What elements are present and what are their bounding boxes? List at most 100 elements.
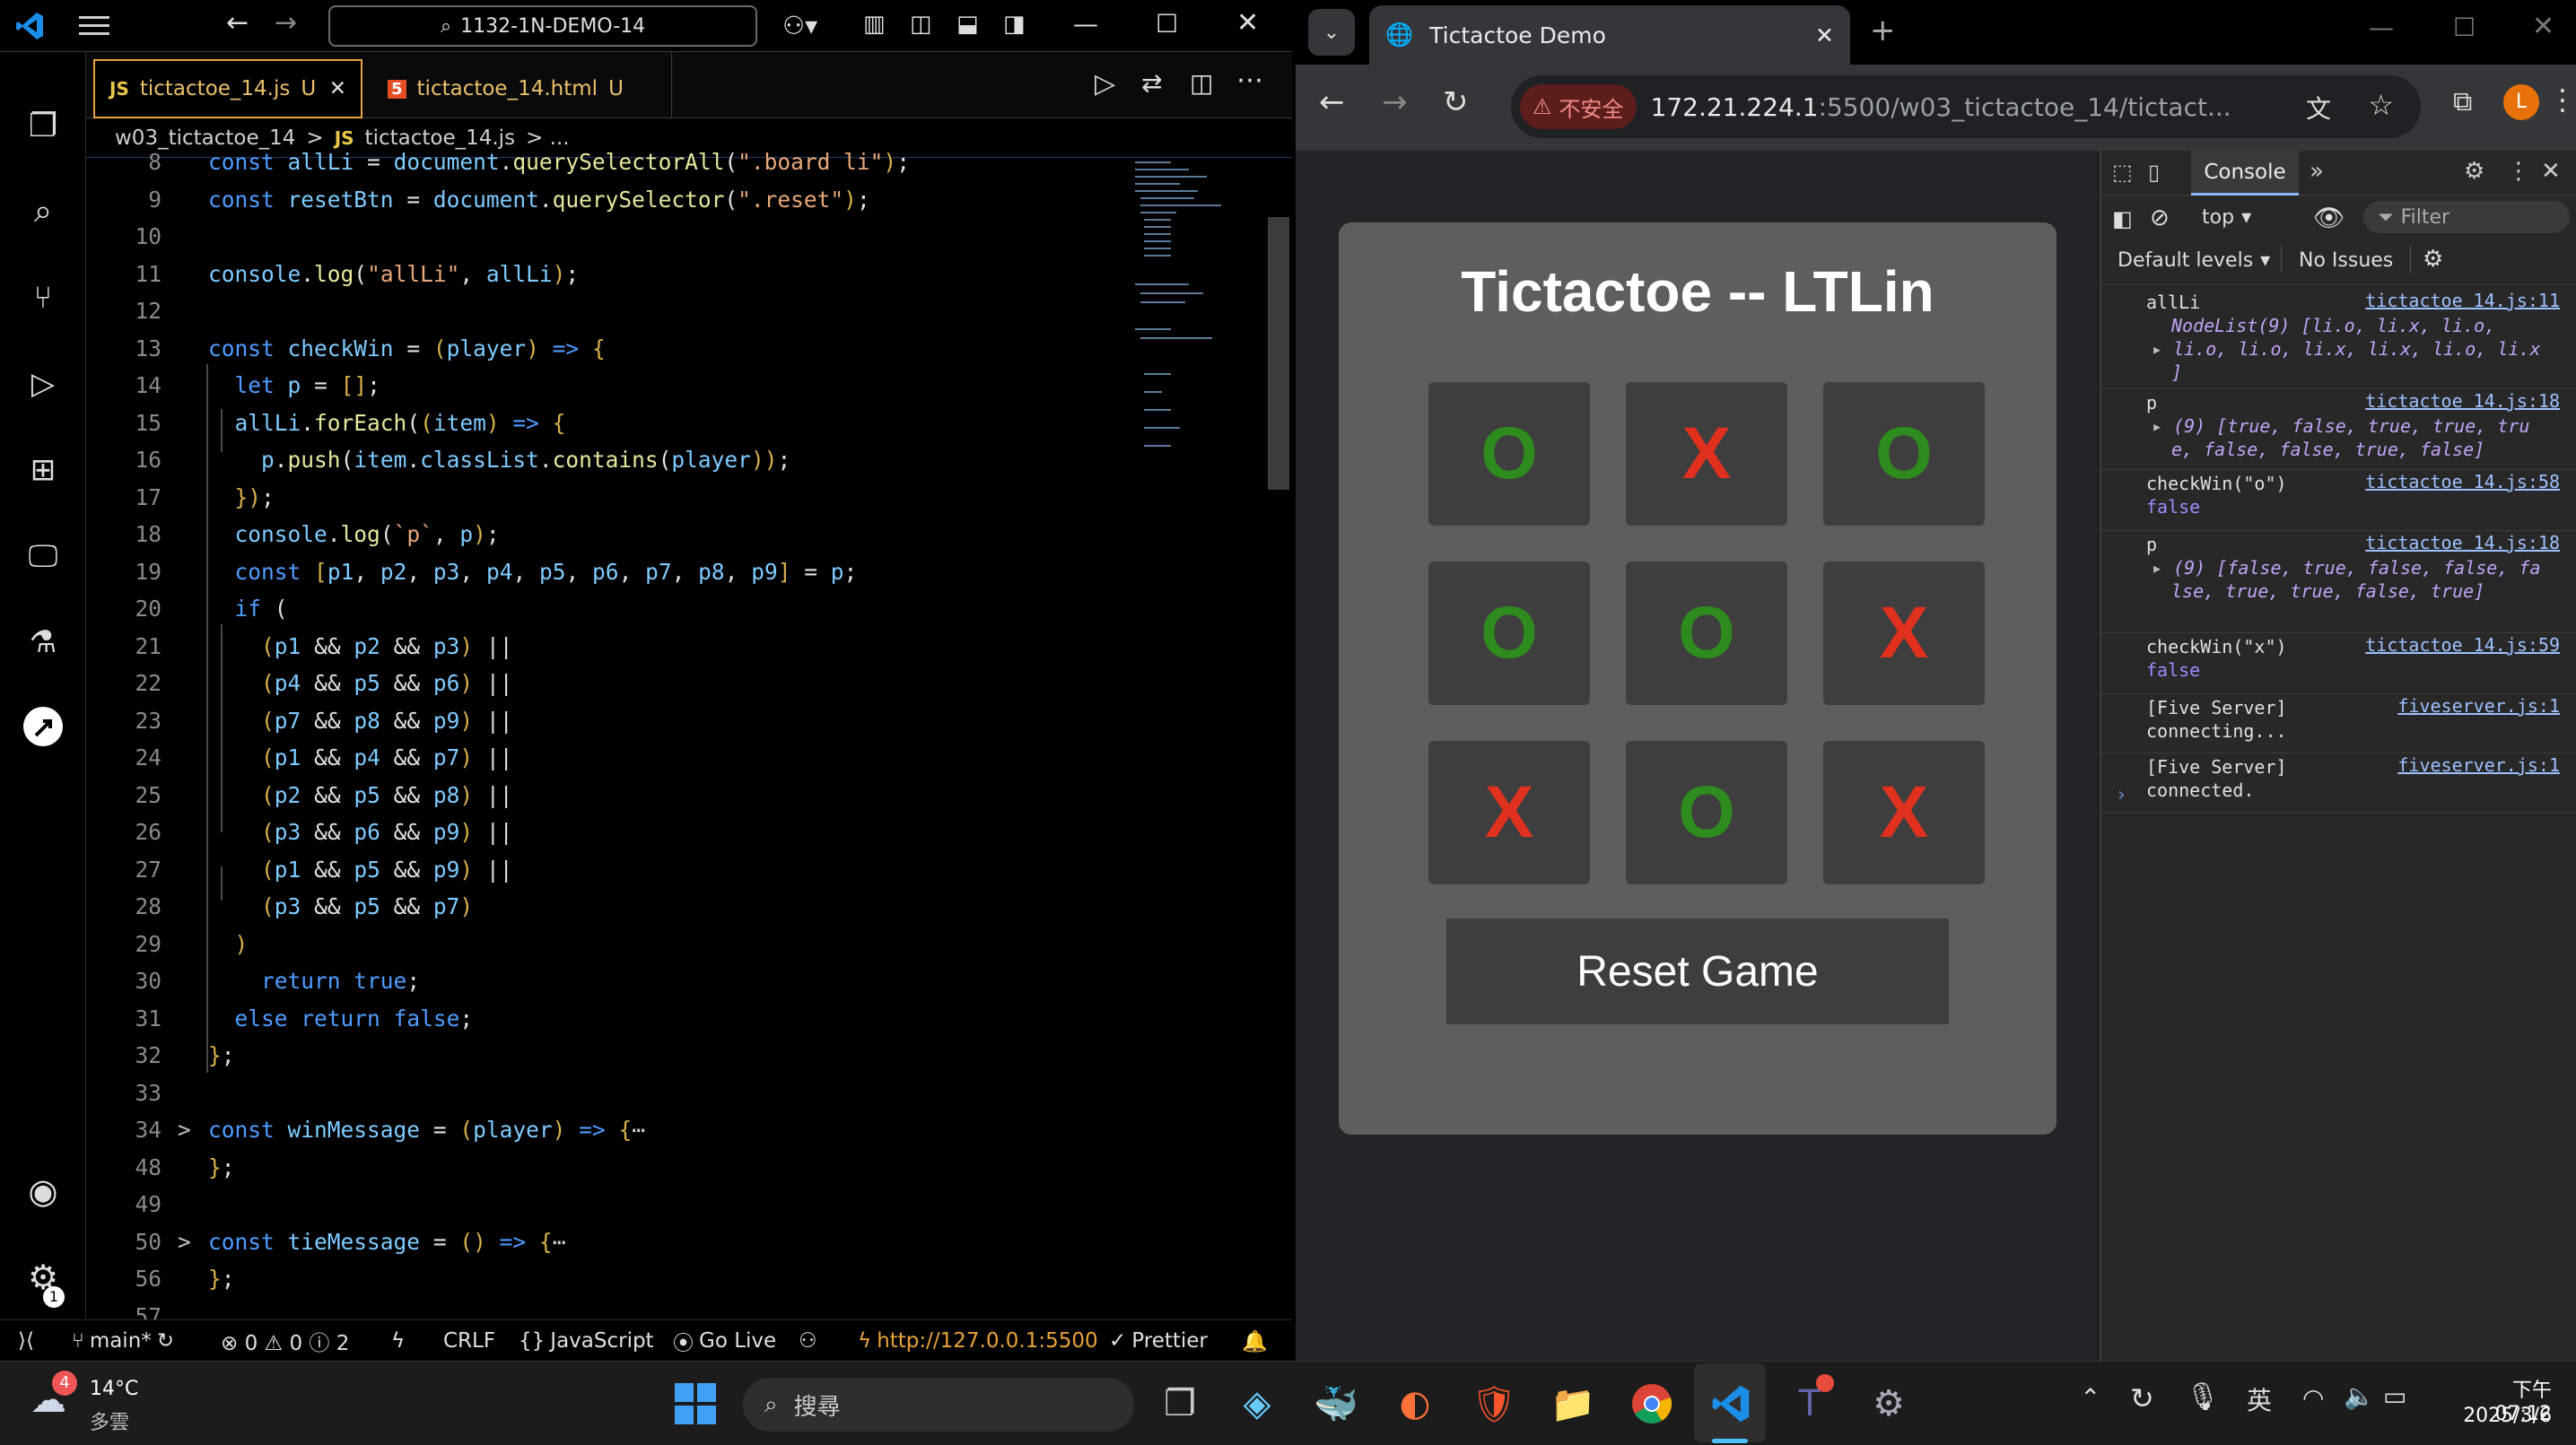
code-line[interactable]: 23 (p7 && p8 && p9) ||	[86, 704, 1127, 738]
code-line[interactable]: 25 (p2 && p5 && p8) ||	[86, 779, 1127, 813]
branch-indicator[interactable]: ⑂ main* ↻	[72, 1320, 174, 1361]
minimap[interactable]	[1135, 158, 1243, 570]
console-message[interactable]: [Five Server] fiveserver.js:1 connected.	[2101, 753, 2576, 813]
vscode-app-icon[interactable]	[1703, 1376, 1759, 1432]
code-line[interactable]: 32};	[86, 1039, 1127, 1073]
board-cell-6[interactable]: X	[1823, 561, 1985, 705]
problems-indicator[interactable]: ⊗ 0 ⚠ 0 ⓘ 2	[221, 1320, 349, 1361]
profile-avatar[interactable]: L	[2503, 84, 2539, 120]
code-line[interactable]: 18 console.log(`p`, p);	[86, 518, 1127, 552]
chrome-app-icon[interactable]	[1624, 1376, 1680, 1432]
code-line[interactable]: 50 > const tieMessage = () => {⋯	[86, 1225, 1127, 1259]
log-source-link[interactable]: tictactoe 14.js:58	[2365, 470, 2560, 493]
new-tab-icon[interactable]: +	[1870, 13, 1896, 48]
board-cell-9[interactable]: X	[1823, 741, 1985, 884]
notifications-bell-icon[interactable]: 🔔	[1242, 1320, 1268, 1361]
taskbar-search[interactable]: ⌕ 搜尋	[743, 1378, 1134, 1432]
maximize-icon[interactable]: ☐	[2453, 13, 2476, 42]
code-line[interactable]: 14 let p = [];	[86, 369, 1127, 403]
toggle-sidebar-icon[interactable]: ◫	[910, 11, 932, 38]
code-line[interactable]: 49	[86, 1188, 1127, 1222]
log-levels-dropdown[interactable]: Default levels ▾	[2118, 249, 2270, 272]
code-line[interactable]: 31 else return false;	[86, 1002, 1127, 1036]
console-message[interactable]: checkWin("x") tictactoe 14.js:59 false	[2101, 633, 2576, 694]
tab-tictactoe-js[interactable]: JS tictactoe_14.js U ✕	[93, 59, 362, 118]
console-filter-input[interactable]: ⏷ Filter	[2363, 201, 2570, 233]
expand-triangle-icon[interactable]: ▸	[2152, 338, 2173, 360]
extensions-icon[interactable]: ⊞	[16, 443, 70, 497]
insecure-badge[interactable]: ⚠ 不安全	[1520, 84, 1637, 129]
code-line[interactable]: 16 p.push(item.classList.contains(player…	[86, 443, 1127, 477]
code-line[interactable]: 9 const resetBtn = document.querySelector…	[86, 183, 1127, 217]
expand-triangle-icon[interactable]: ▸	[2152, 415, 2173, 437]
toggle-panel-icon[interactable]: ⬓	[956, 11, 979, 38]
code-line[interactable]: 27 (p1 && p5 && p9) ||	[86, 853, 1127, 887]
nav-forward-icon[interactable]: →	[275, 7, 297, 39]
command-center-search[interactable]: ⌕ 1132-1N-DEMO-14	[328, 5, 757, 47]
more-actions-icon[interactable]: ⋯	[1236, 65, 1263, 96]
close-tab-icon[interactable]: ✕	[329, 77, 346, 100]
show-hidden-icons-chevron[interactable]: ⌃	[2080, 1383, 2100, 1413]
task-view-icon[interactable]: ❐	[1152, 1376, 1208, 1432]
board-cell-8[interactable]: O	[1626, 741, 1787, 884]
weather-temp[interactable]: 14°C	[90, 1378, 138, 1400]
open-changes-icon[interactable]: ⇄	[1141, 68, 1162, 98]
code-line[interactable]: 29 )	[86, 927, 1127, 962]
code-line[interactable]: 15 allLi.forEach((item) => {	[86, 406, 1127, 440]
tab-search-icon[interactable]: ⌄	[1308, 9, 1355, 56]
firefox-icon[interactable]: ◐	[1387, 1376, 1443, 1432]
log-source-link[interactable]: tictactoe 14.js:59	[2365, 633, 2560, 657]
clock-date[interactable]: 2025/3/6	[2453, 1405, 2552, 1427]
code-line[interactable]: 33	[86, 1076, 1127, 1110]
brave-icon[interactable]: 🛡	[1466, 1376, 1522, 1432]
console-message[interactable]: p tictactoe 14.js:18 ▸ (9) [false, true, f…	[2101, 531, 2576, 633]
code-line[interactable]: 22 (p4 && p5 && p6) ||	[86, 666, 1127, 701]
close-window-icon[interactable]: ✕	[2532, 11, 2554, 42]
code-line[interactable]: 56};	[86, 1262, 1127, 1296]
remote-icon[interactable]: ⟩⟨	[18, 1320, 34, 1361]
code-line[interactable]: 26 (p3 && p6 && p9) ||	[86, 815, 1127, 849]
search-activity-icon[interactable]: ⌕	[16, 185, 70, 239]
console-message[interactable]: allLi tictactoe 14.js:11 NodeList(9) [li.o…	[2101, 289, 2576, 389]
nav-back-icon[interactable]: ←	[226, 7, 249, 39]
testing-icon[interactable]: ⚗	[16, 615, 70, 669]
log-source-link[interactable]: tictactoe 14.js:11	[2365, 289, 2560, 312]
file-explorer-icon[interactable]: 📁	[1545, 1376, 1601, 1432]
reload-icon[interactable]: ↻	[1443, 84, 1469, 120]
code-line[interactable]: 21 (p1 && p2 && p3) ||	[86, 630, 1127, 664]
close-tab-icon[interactable]: ✕	[1815, 22, 1834, 48]
code-line[interactable]: 34 > const winMessage = (player) => {⋯	[86, 1113, 1127, 1147]
inspect-element-icon[interactable]: ⬚	[2112, 160, 2133, 185]
live-expression-eye-icon[interactable]: 👁	[2313, 203, 2345, 232]
code-line[interactable]: 10	[86, 220, 1127, 254]
run-debug-icon[interactable]: ▷	[16, 357, 70, 411]
code-editor[interactable]: 8 const allLi = document.querySelectorAll…	[86, 149, 1292, 1361]
menu-icon[interactable]	[79, 14, 109, 38]
source-control-icon[interactable]: ⑂	[16, 271, 70, 325]
eol-indicator[interactable]: CRLF	[443, 1320, 495, 1361]
minimize-icon[interactable]: —	[2369, 13, 2394, 42]
settings-app-icon[interactable]: ⚙	[1861, 1376, 1917, 1432]
log-source-link[interactable]: fiveserver.js:1	[2397, 753, 2560, 777]
fold-chevron-icon[interactable]: >	[178, 1225, 191, 1259]
code-line[interactable]: 28 (p3 && p5 && p7)	[86, 890, 1127, 924]
back-icon[interactable]: ←	[1319, 84, 1345, 120]
bookmark-star-icon[interactable]: ☆	[2368, 88, 2394, 122]
copilot-status-icon[interactable]: ⚇	[799, 1320, 817, 1361]
more-tabs-icon[interactable]: »	[2310, 158, 2324, 185]
prettier-indicator[interactable]: ✓ Prettier	[1109, 1320, 1208, 1361]
log-source-link[interactable]: fiveserver.js:1	[2397, 694, 2560, 718]
board-cell-7[interactable]: X	[1428, 741, 1590, 884]
board-cell-3[interactable]: O	[1823, 382, 1985, 526]
forward-icon[interactable]: →	[1382, 84, 1408, 120]
code-line[interactable]: 13 const checkWin = (player) => {	[86, 332, 1127, 366]
tab-tictactoe-html[interactable]: 5 tictactoe_14.html U	[373, 59, 659, 118]
clear-console-icon[interactable]: ⊘	[2150, 205, 2170, 231]
sidebar-toggle-icon[interactable]: ◧	[2112, 206, 2133, 231]
log-source-link[interactable]: tictactoe 14.js:18	[2365, 531, 2560, 554]
code-line[interactable]: 11 console.log("allLi", allLi);	[86, 257, 1127, 292]
fold-chevron-icon[interactable]: >	[178, 1113, 191, 1147]
editor-scrollbar[interactable]	[1268, 217, 1289, 490]
console-prompt-icon[interactable]: ›	[2118, 784, 2126, 806]
ports-icon[interactable]: ϟ	[391, 1320, 405, 1361]
